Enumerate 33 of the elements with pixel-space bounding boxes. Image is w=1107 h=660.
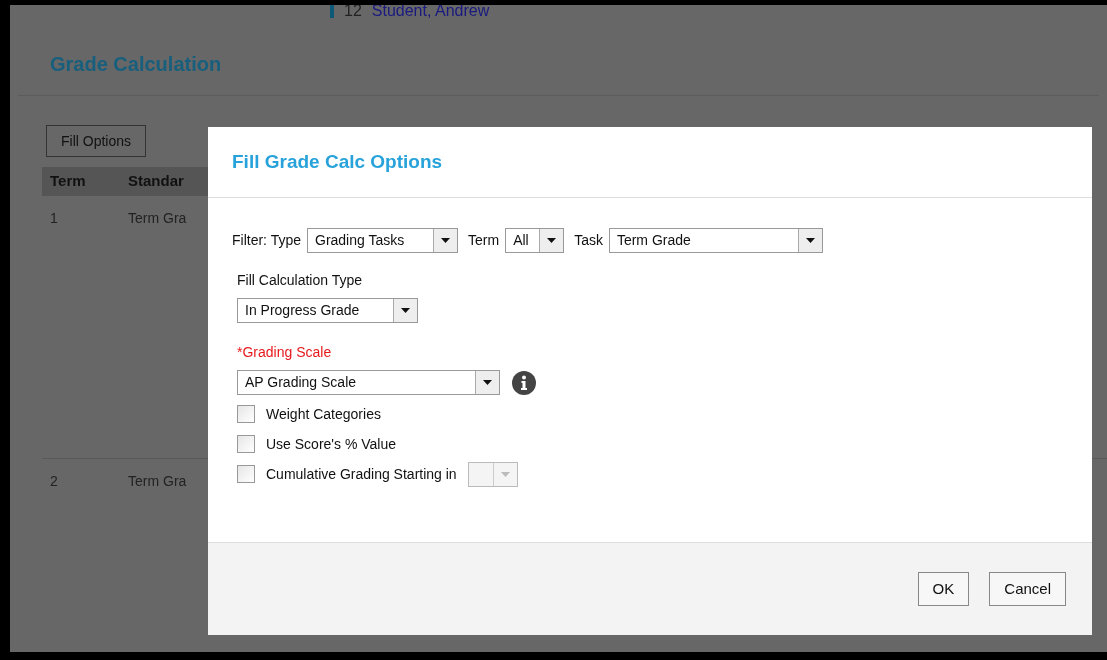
info-icon[interactable] <box>512 370 536 395</box>
table-cell-text: 2 <box>49 472 59 491</box>
caret-down-icon <box>547 238 557 243</box>
table-cell-text: Term Gra <box>128 209 187 228</box>
row-number: 12 <box>344 5 362 21</box>
column-header: Standar <box>128 171 184 192</box>
checkbox[interactable] <box>237 405 255 423</box>
dialog-button[interactable]: Cancel <box>989 572 1066 606</box>
checkbox-label: Use Score's % Value <box>266 434 397 454</box>
field-label: *Grading Scale <box>237 343 333 362</box>
column-header: Term <box>49 171 87 192</box>
filter-select[interactable]: Term Grade <box>608 228 823 253</box>
filter-label: Filter: Type <box>232 231 301 250</box>
filter-label: Term <box>468 231 500 250</box>
caret-down-icon <box>500 471 510 477</box>
page-title: Grade Calculation <box>50 53 222 75</box>
checkbox[interactable] <box>237 435 255 453</box>
caret-down-icon <box>441 238 450 243</box>
caret-down-icon <box>805 238 815 243</box>
dialog-title: Fill Grade Calc Options <box>232 149 443 174</box>
grading-scale-select[interactable]: AP Grading Scale <box>237 370 500 395</box>
checkbox-label: Cumulative Grading Starting in <box>266 464 457 484</box>
calculation-type-select[interactable]: In Progress Grade <box>237 298 418 323</box>
filter-select[interactable]: Grading Tasks <box>307 228 458 253</box>
caret-down-icon <box>401 308 410 313</box>
table-cell-text: Term Gra <box>128 472 187 491</box>
caret-down-icon <box>483 380 492 385</box>
table-cell-text: 1 <box>49 209 59 228</box>
filter-select[interactable]: All <box>505 228 565 253</box>
checkbox-label: Weight Categories <box>266 404 381 424</box>
field-label: Fill Calculation Type <box>237 271 364 290</box>
dialog-button[interactable]: OK <box>917 572 970 606</box>
filter-label: Task <box>574 231 603 250</box>
